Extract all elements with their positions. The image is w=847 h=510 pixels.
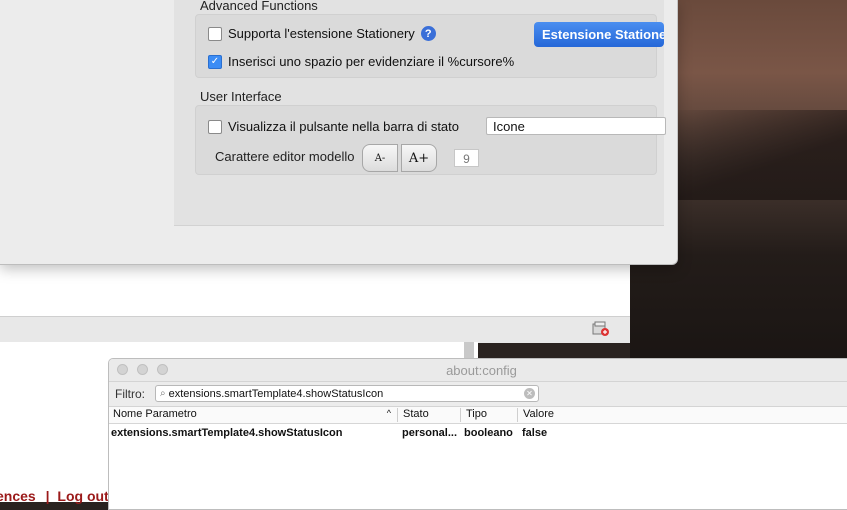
- column-header-name[interactable]: Nome Parametro ^: [109, 408, 398, 422]
- filter-value: extensions.smartTemplate4.showStatusIcon: [168, 387, 384, 400]
- stationery-row: Supporta l'estensione Stationery ?: [208, 26, 436, 41]
- statusbar-label: Visualizza il pulsante nella barra di st…: [228, 119, 460, 134]
- row-name: extensions.smartTemplate4.showStatusIcon: [111, 427, 343, 439]
- advanced-functions-title: Advanced Functions: [200, 0, 318, 13]
- filter-input[interactable]: ⌕ extensions.smartTemplate4.showStatusIc…: [155, 385, 539, 402]
- filter-label: Filtro:: [115, 387, 145, 401]
- sort-ascending-icon: ^: [386, 408, 391, 418]
- row-value: false: [522, 427, 548, 439]
- cursor-checkbox[interactable]: [208, 54, 222, 69]
- row-status: personal...: [402, 427, 458, 439]
- row-type: booleano: [464, 427, 513, 439]
- statusbar-checkbox[interactable]: [208, 119, 222, 134]
- font-label: Carattere editor modello: [215, 149, 355, 164]
- desktop-wallpaper-shade: [660, 110, 847, 200]
- help-icon[interactable]: ?: [420, 26, 436, 41]
- stationery-checkbox[interactable]: [208, 26, 222, 41]
- font-increase-button[interactable]: A+: [401, 144, 437, 172]
- user-interface-title: User Interface: [200, 89, 282, 104]
- display-mode-select[interactable]: Icone: [486, 117, 666, 135]
- search-icon: ⌕: [160, 388, 166, 399]
- cursor-label: Inserisci uno spazio per evidenziare il …: [228, 54, 515, 69]
- smarttemplate-status-icon[interactable]: [592, 321, 610, 337]
- clear-filter-icon[interactable]: ✕: [524, 388, 535, 399]
- column-header-value[interactable]: Valore: [519, 408, 847, 422]
- table-header: Nome Parametro ^ Stato Tipo Valore: [109, 407, 847, 424]
- back-window-statusbar: [0, 316, 630, 343]
- column-name-label: Nome Parametro: [113, 408, 197, 420]
- aboutconfig-window: about:config Filtro: ⌕ extensions.smartT…: [108, 358, 847, 510]
- font-decrease-button[interactable]: A-: [362, 144, 398, 172]
- aboutconfig-title: about:config: [446, 363, 517, 378]
- statusbar-row: Visualizza il pulsante nella barra di st…: [208, 119, 459, 134]
- column-header-type[interactable]: Tipo: [462, 408, 518, 422]
- table-row[interactable]: extensions.smartTemplate4.showStatusIcon…: [109, 426, 847, 442]
- settings-dialog: Advanced Functions Supporta l'estensione…: [0, 0, 678, 265]
- font-size-field[interactable]: 9: [454, 149, 479, 167]
- aboutconfig-titlebar[interactable]: about:config: [109, 359, 847, 382]
- stationery-label: Supporta l'estensione Stationery: [228, 26, 415, 41]
- filter-bar: Filtro: ⌕ extensions.smartTemplate4.show…: [109, 382, 847, 407]
- stationery-extension-button[interactable]: Estensione Stationery: [534, 22, 664, 47]
- cursor-row: Inserisci uno spazio per evidenziare il …: [208, 54, 514, 69]
- column-header-status[interactable]: Stato: [399, 408, 461, 422]
